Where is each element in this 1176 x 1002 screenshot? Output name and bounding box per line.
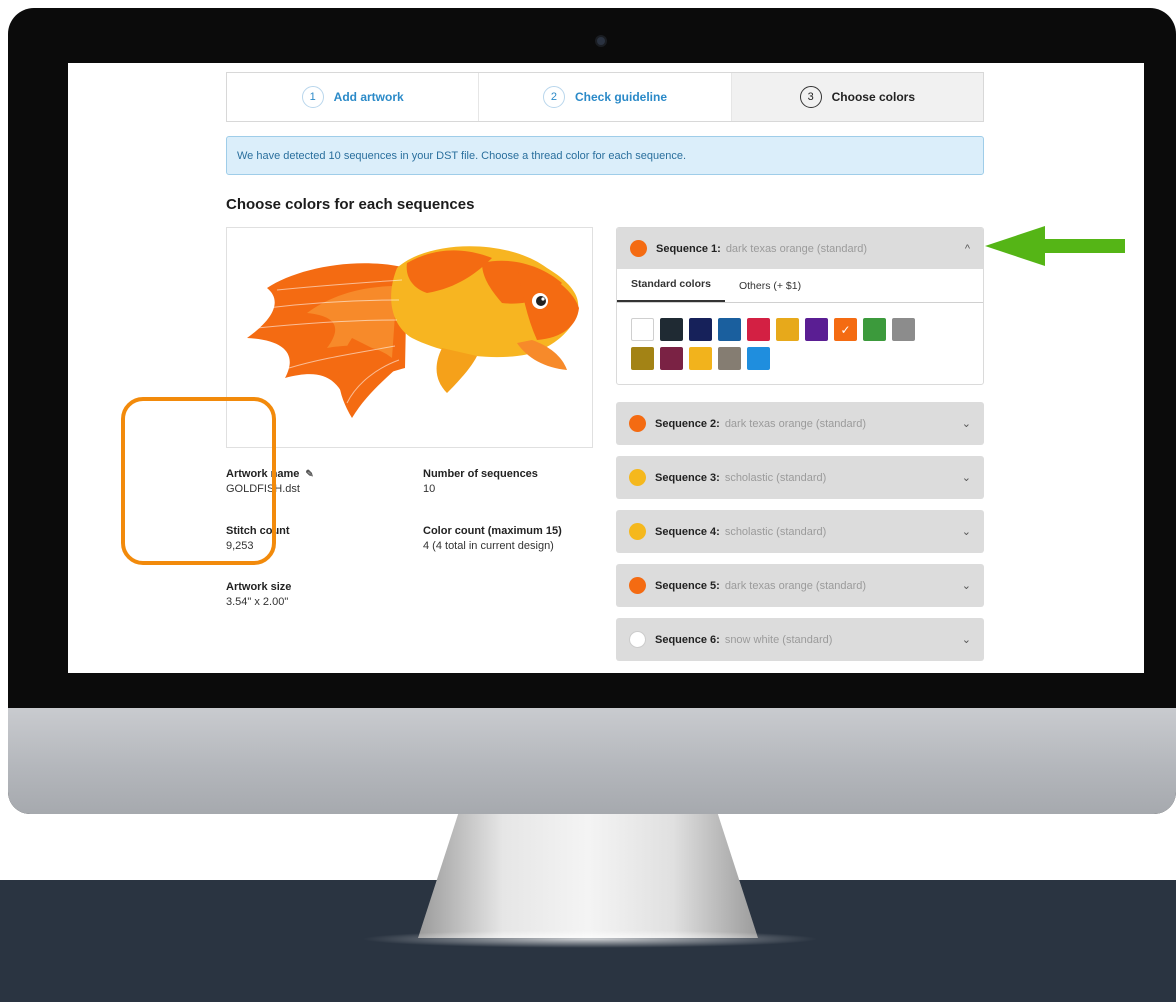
- color-swatch[interactable]: [805, 318, 828, 341]
- monitor-stand: [418, 812, 758, 938]
- step-add-artwork[interactable]: 1 Add artwork: [227, 73, 478, 121]
- color-swatch[interactable]: [660, 347, 683, 370]
- step-choose-colors[interactable]: 3 Choose colors: [730, 73, 983, 121]
- edit-icon[interactable]: ✎: [305, 469, 313, 480]
- chevron-down-icon: ⌄: [961, 526, 971, 538]
- chevron-down-icon: ⌄: [961, 418, 971, 430]
- sequence-1-panel: Sequence 1: dark texas orange (standard)…: [616, 227, 984, 385]
- sequence-name: Sequence 1:: [656, 242, 721, 255]
- section-title: Choose colors for each sequences: [226, 196, 475, 213]
- color-tabs: Standard colors Others (+ $1): [617, 269, 983, 303]
- screen: 1 Add artwork 2 Check guideline 3 Choose…: [68, 63, 1144, 673]
- step-check-guideline[interactable]: 2 Check guideline: [478, 73, 730, 121]
- artwork-preview: [226, 227, 593, 448]
- sequence-color-dot: [629, 469, 646, 486]
- sequence-color-name: dark texas orange (standard): [724, 579, 867, 592]
- stand-reflection: [360, 930, 820, 948]
- sequence-color-dot: [629, 631, 646, 648]
- sequence-6-header[interactable]: Sequence 6: snow white (standard) ⌄: [616, 618, 984, 661]
- monitor-chin: [8, 708, 1176, 814]
- sequence-name: Sequence 5:: [655, 579, 720, 592]
- sequence-color-name: dark texas orange (standard): [724, 417, 867, 430]
- artwork-info-highlight: [121, 397, 276, 565]
- goldfish-artwork: [247, 246, 579, 418]
- color-swatch[interactable]: [776, 318, 799, 341]
- sequence-color-name: snow white (standard): [724, 633, 833, 646]
- artwork-size-value: 3.54" x 2.00": [226, 596, 289, 608]
- color-swatch[interactable]: [631, 318, 654, 341]
- sequence-3-header[interactable]: Sequence 3: scholastic (standard) ⌄: [616, 456, 984, 499]
- sequence-color-dot: [630, 240, 647, 257]
- arrow-left-icon: [985, 226, 1125, 266]
- step-label: Check guideline: [574, 90, 667, 104]
- artwork-size-label: Artwork size: [226, 581, 292, 593]
- sequence-name: Sequence 2:: [655, 417, 720, 430]
- color-swatch[interactable]: [834, 318, 857, 341]
- sequence-color-dot: [629, 415, 646, 432]
- artwork-size-field: Artwork size 3.54" x 2.00": [226, 581, 291, 608]
- color-swatch[interactable]: [689, 347, 712, 370]
- step-label: Add artwork: [333, 90, 404, 104]
- sequence-5-header[interactable]: Sequence 5: dark texas orange (standard)…: [616, 564, 984, 607]
- tab-others[interactable]: Others (+ $1): [725, 280, 815, 302]
- sequence-1-header[interactable]: Sequence 1: dark texas orange (standard)…: [617, 228, 983, 269]
- number-of-sequences-value: 10: [423, 483, 436, 495]
- sequence-name: Sequence 3:: [655, 471, 720, 484]
- step-label: Choose colors: [831, 90, 915, 104]
- chevron-down-icon: ⌄: [961, 472, 971, 484]
- sequence-color-dot: [629, 577, 646, 594]
- color-swatch[interactable]: [892, 318, 915, 341]
- sequence-2-header[interactable]: Sequence 2: dark texas orange (standard)…: [616, 402, 984, 445]
- stepper: 1 Add artwork 2 Check guideline 3 Choose…: [226, 72, 984, 122]
- color-count-field: Color count (maximum 15) 4 (4 total in c…: [423, 525, 562, 552]
- chevron-up-icon: ^: [964, 242, 970, 255]
- sequence-color-name: scholastic (standard): [724, 471, 827, 484]
- sequence-color-name: scholastic (standard): [724, 525, 827, 538]
- step-number: 2: [542, 86, 565, 108]
- number-of-sequences-label: Number of sequences: [423, 468, 538, 480]
- color-swatch[interactable]: [747, 347, 770, 370]
- color-swatch[interactable]: [718, 318, 741, 341]
- color-count-value: 4 (4 total in current design): [423, 540, 554, 552]
- color-swatch[interactable]: [863, 318, 886, 341]
- sequence-name: Sequence 4:: [655, 525, 720, 538]
- sequence-4-header[interactable]: Sequence 4: scholastic (standard) ⌄: [616, 510, 984, 553]
- tab-standard-colors[interactable]: Standard colors: [617, 278, 725, 302]
- sequence-name: Sequence 6:: [655, 633, 720, 646]
- info-alert: We have detected 10 sequences in your DS…: [226, 136, 984, 175]
- color-swatch-grid: [617, 303, 957, 384]
- step-number: 1: [301, 86, 324, 108]
- color-count-label: Color count (maximum 15): [423, 525, 562, 537]
- sequence-color-dot: [629, 523, 646, 540]
- color-swatch[interactable]: [660, 318, 683, 341]
- step-number: 3: [799, 86, 822, 108]
- sequence-color-name: dark texas orange (standard): [725, 242, 868, 255]
- color-swatch[interactable]: [689, 318, 712, 341]
- color-swatch[interactable]: [718, 347, 741, 370]
- number-of-sequences-field: Number of sequences 10: [423, 468, 538, 495]
- chevron-down-icon: ⌄: [961, 634, 971, 646]
- color-swatch[interactable]: [631, 347, 654, 370]
- webcam-icon: [595, 35, 607, 47]
- chevron-down-icon: ⌄: [961, 580, 971, 592]
- color-swatch[interactable]: [747, 318, 770, 341]
